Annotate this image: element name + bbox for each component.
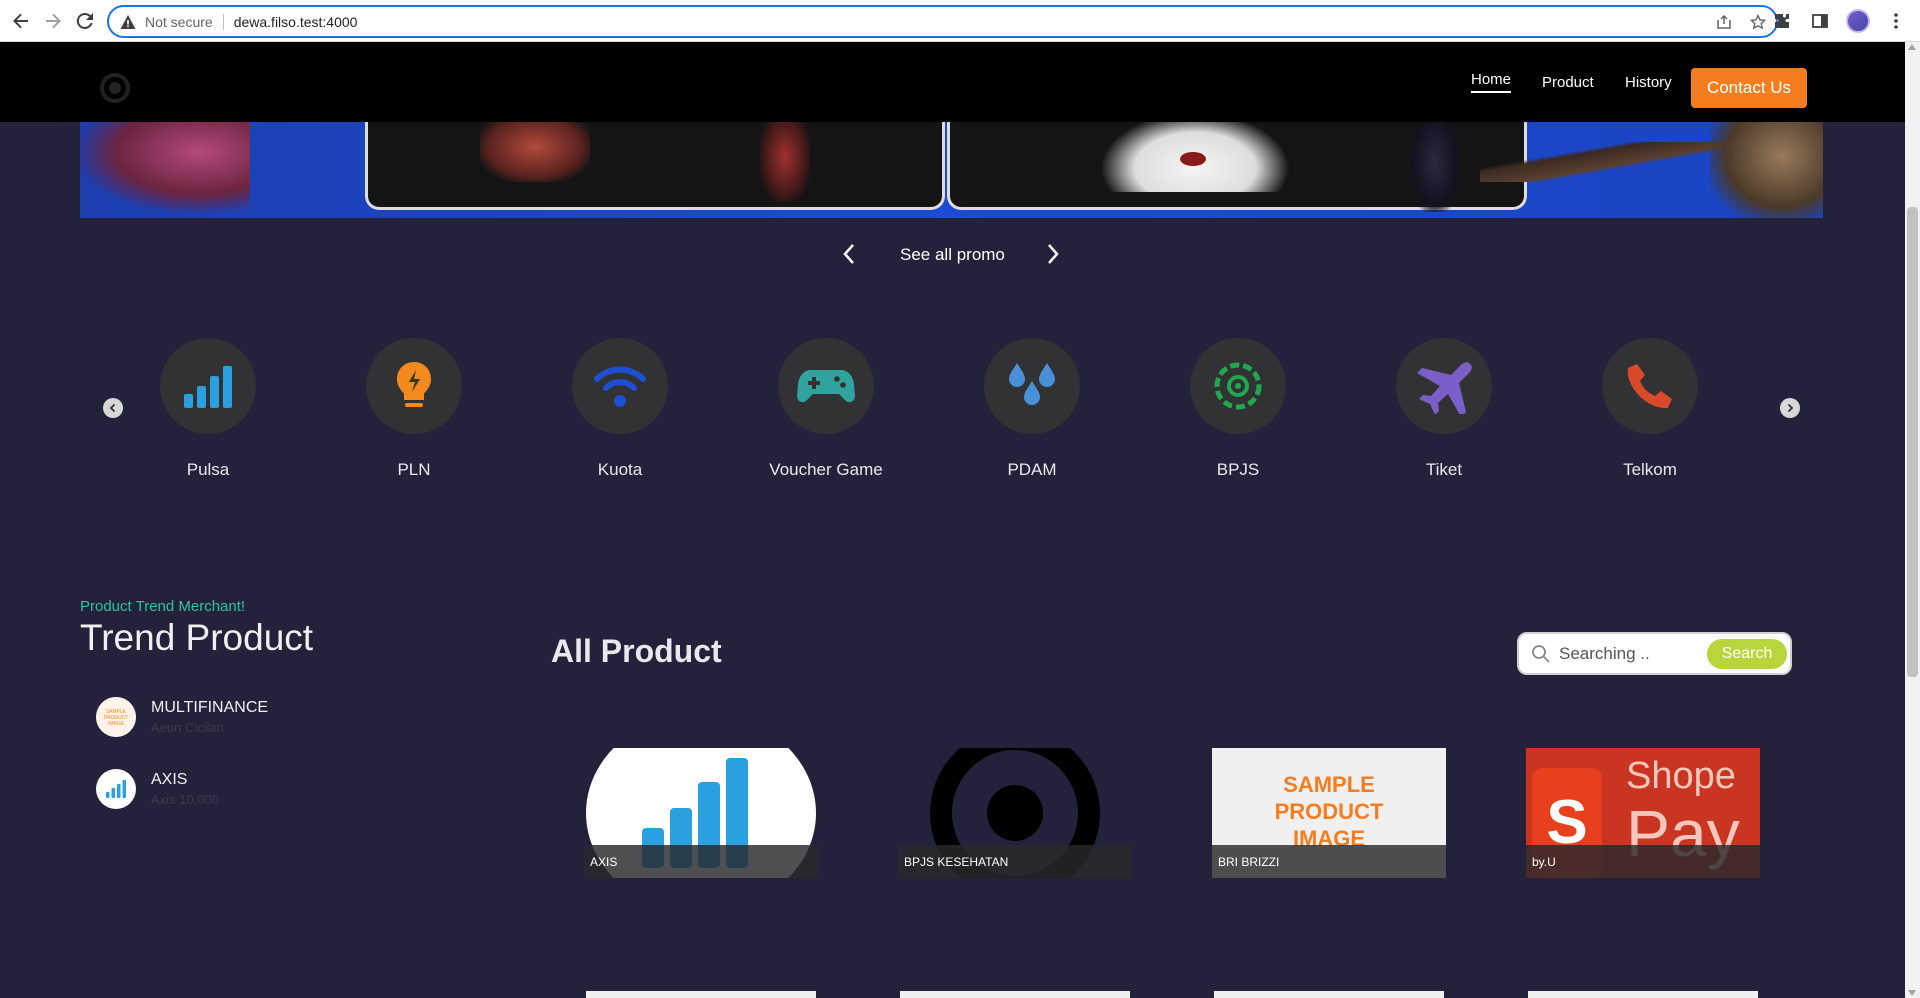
product-card[interactable] [1528, 991, 1758, 998]
sample-product-image-icon: SAMPLE PRODUCT IMAGE [96, 697, 136, 737]
product-card-label: BPJS KESEHATAN [898, 845, 1132, 878]
back-icon[interactable] [9, 9, 33, 33]
banner-character-art [1410, 122, 1460, 212]
promo-banner[interactable] [80, 122, 1823, 218]
gamepad-icon [778, 338, 874, 434]
trend-item[interactable]: AXIS Axis 10.000 [96, 769, 416, 813]
warning-icon[interactable] [119, 13, 137, 31]
wifi-icon [572, 338, 668, 434]
category-pln[interactable]: PLN [344, 338, 484, 480]
svg-text:PRODUCT: PRODUCT [1275, 799, 1384, 824]
product-card[interactable]: S Shope Pay by.U [1526, 748, 1760, 878]
profile-avatar[interactable] [1846, 9, 1870, 33]
address-bar[interactable]: Not secure dewa.filso.test:4000 [107, 5, 1778, 38]
banner-crate-art [480, 122, 590, 182]
bpjs-logo-icon [1190, 338, 1286, 434]
category-telkom[interactable]: Telkom [1580, 338, 1720, 480]
scroll-down-icon[interactable] [1908, 990, 1916, 996]
browser-toolbar: Not secure dewa.filso.test:4000 [0, 0, 1920, 42]
nav-home-link[interactable]: Home [1471, 71, 1512, 93]
promo-navigation: See all promo [0, 240, 1905, 270]
trend-item-name: AXIS [151, 771, 188, 788]
category-pulsa[interactable]: Pulsa [138, 338, 278, 480]
nav-product-link[interactable]: Product [1542, 74, 1594, 91]
banner-character-art [80, 122, 250, 212]
search-input[interactable] [1559, 642, 1699, 666]
category-pdam[interactable]: PDAM [962, 338, 1102, 480]
signal-bars-icon [96, 769, 136, 809]
side-panel-icon[interactable] [1808, 9, 1832, 33]
extensions-icon[interactable] [1770, 9, 1794, 33]
lightbulb-icon [366, 338, 462, 434]
site-logo-icon[interactable] [100, 73, 130, 103]
category-voucher-game[interactable]: Voucher Game [756, 338, 896, 480]
airplane-icon [1396, 338, 1492, 434]
share-icon[interactable] [1714, 12, 1734, 32]
reload-icon[interactable] [73, 9, 97, 33]
banner-hat-art [1100, 122, 1290, 192]
phone-icon [1602, 338, 1698, 434]
banner-panel-left [365, 122, 945, 210]
category-prev-arrow-icon[interactable] [103, 398, 123, 418]
svg-text:SAMPLE: SAMPLE [1283, 772, 1375, 797]
all-product-title: All Product [551, 633, 722, 669]
trend-subtitle: Product Trend Merchant! [80, 598, 246, 615]
trend-item-desc: Aeon Cicilan [151, 720, 224, 735]
search-icon [1531, 644, 1551, 664]
signal-bars-icon [160, 338, 256, 434]
banner-character-art [760, 122, 810, 202]
product-card[interactable]: AXIS [584, 748, 818, 878]
trend-title: Trend Product [80, 617, 314, 658]
svg-text:IMAGE: IMAGE [108, 721, 125, 727]
category-bpjs[interactable]: BPJS [1168, 338, 1308, 480]
category-next-arrow-icon[interactable] [1780, 398, 1800, 418]
category-label: Kuota [597, 460, 643, 479]
trend-item-name: MULTIFINANCE [151, 699, 269, 716]
divider [222, 13, 224, 30]
category-label: Voucher Game [769, 460, 883, 479]
svg-text:Shope: Shope [1626, 755, 1736, 797]
category-label: PDAM [1007, 460, 1057, 479]
product-card-label: by.U [1526, 845, 1760, 878]
menu-kebab-icon[interactable] [1884, 9, 1908, 33]
scroll-thumb[interactable] [1907, 207, 1918, 677]
product-card[interactable]: SAMPLE PRODUCT IMAGE BRI BRIZZI [1212, 748, 1446, 878]
banner-character-art [1710, 122, 1823, 218]
product-card[interactable] [900, 991, 1130, 998]
category-label: Telkom [1623, 460, 1677, 479]
category-label: BPJS [1216, 460, 1260, 479]
water-drops-icon [984, 338, 1080, 434]
banner-weapon-art [1480, 142, 1740, 182]
trend-item[interactable]: SAMPLE PRODUCT IMAGE MULTIFINANCE Aeon Cic… [96, 697, 416, 741]
forward-icon[interactable] [41, 9, 65, 33]
category-label: Tiket [1425, 460, 1463, 479]
see-all-promo-link[interactable]: See all promo [900, 245, 1005, 265]
product-card-label: BRI BRIZZI [1212, 845, 1446, 878]
url-text[interactable]: dewa.filso.test:4000 [234, 14, 358, 30]
bookmark-star-icon[interactable] [1748, 12, 1768, 32]
scroll-up-icon[interactable] [1908, 44, 1916, 50]
category-tiket[interactable]: Tiket [1374, 338, 1514, 480]
promo-next-chevron-icon[interactable] [1045, 242, 1061, 266]
page-scrollbar[interactable] [1905, 42, 1920, 998]
product-search: Search [1517, 632, 1792, 675]
site-header: Home Product History Contact Us [0, 42, 1905, 122]
category-label: PLN [397, 460, 431, 479]
product-card[interactable] [1214, 991, 1444, 998]
category-label: Pulsa [186, 460, 230, 479]
category-kuota[interactable]: Kuota [550, 338, 690, 480]
security-label: Not secure [145, 13, 213, 30]
contact-us-button[interactable]: Contact Us [1691, 68, 1807, 108]
nav-history-link[interactable]: History [1625, 74, 1672, 91]
product-card-label: AXIS [584, 845, 818, 878]
promo-prev-chevron-icon[interactable] [841, 242, 857, 266]
product-card[interactable] [586, 991, 816, 998]
search-button[interactable]: Search [1707, 639, 1787, 669]
trend-item-desc: Axis 10.000 [151, 792, 219, 807]
product-card[interactable]: BPJS KESEHATAN [898, 748, 1132, 878]
